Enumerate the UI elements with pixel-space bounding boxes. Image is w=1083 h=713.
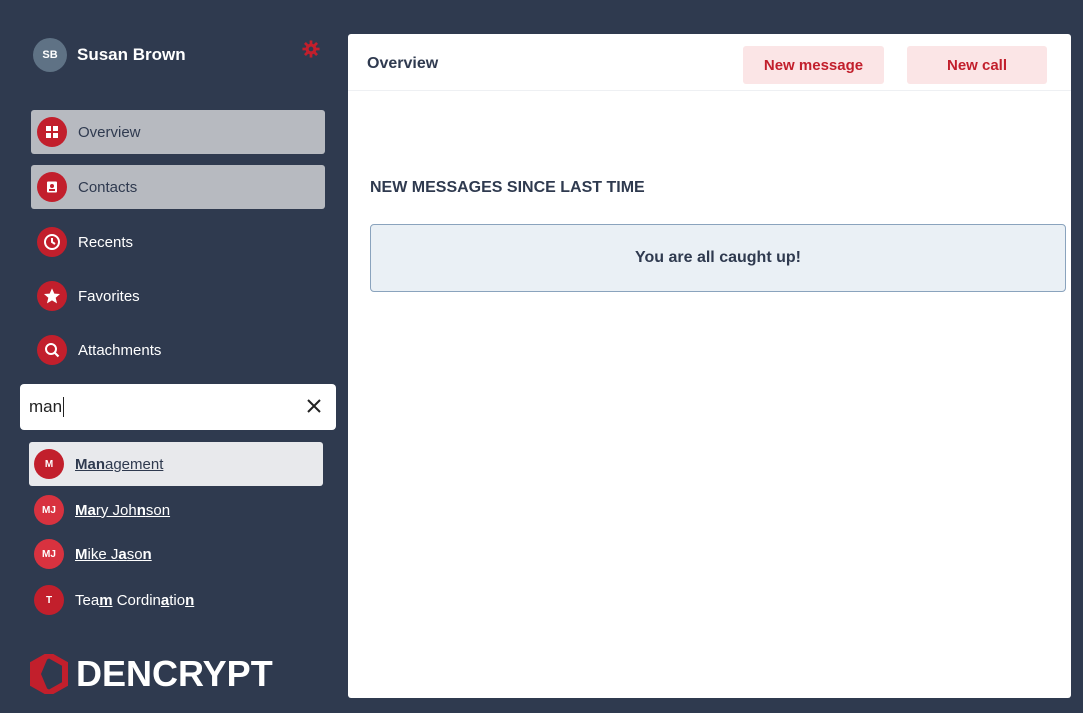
new-message-button[interactable]: New message <box>743 46 884 84</box>
nav-item-label: Favorites <box>78 287 140 305</box>
section-title: NEW MESSAGES SINCE LAST TIME <box>370 179 645 196</box>
page-title: Overview <box>367 55 439 72</box>
close-icon[interactable] <box>306 398 322 414</box>
search-input[interactable]: man <box>20 384 336 430</box>
logo-text: DENCRYPT <box>76 653 273 694</box>
text-caret <box>63 397 65 417</box>
result-name: Team Cordination <box>75 591 195 609</box>
new-call-button[interactable]: New call <box>907 46 1047 84</box>
user-name: Susan Brown <box>77 45 186 64</box>
nav-item-label: Attachments <box>78 341 162 359</box>
search-result-team-cordination[interactable]: T Team Cordination <box>29 578 323 622</box>
caught-up-notice: You are all caught up! <box>370 224 1066 292</box>
main-header: Overview New message New call <box>348 34 1071 91</box>
avatar: MJ <box>34 495 64 525</box>
nav-item-label: Recents <box>78 233 134 251</box>
nav-item-favorites[interactable]: Favorites <box>31 274 325 318</box>
clock-icon <box>37 227 67 257</box>
sidebar: SB Susan Brown Overview Contacts Recents… <box>0 0 345 713</box>
nav-item-overview[interactable]: Overview <box>31 110 325 154</box>
contact-card-icon <box>37 172 67 202</box>
nav-item-label: Contacts <box>78 178 138 196</box>
nav-item-recents[interactable]: Recents <box>31 220 325 264</box>
star-icon <box>37 281 67 311</box>
search-result-mike-jason[interactable]: MJ Mike Jason <box>29 532 323 576</box>
grid-icon <box>37 117 67 147</box>
result-name: Mike Jason <box>75 545 152 563</box>
search-icon <box>37 335 67 365</box>
dencrypt-logo: DENCRYPT <box>30 653 273 695</box>
search-result-mary-johnson[interactable]: MJ Mary Johnson <box>29 488 323 532</box>
main-panel: Overview New message New call NEW MESSAG… <box>348 34 1071 698</box>
nav-item-contacts[interactable]: Contacts <box>31 165 325 209</box>
nav-item-label: Overview <box>78 123 141 141</box>
search-value: man <box>29 397 63 416</box>
avatar: M <box>34 449 64 479</box>
logo-mark-icon <box>30 654 68 694</box>
result-name: Management <box>75 455 164 473</box>
result-name: Mary Johnson <box>75 501 171 519</box>
gear-icon[interactable] <box>302 40 320 58</box>
avatar: MJ <box>34 539 64 569</box>
user-profile[interactable]: SB Susan Brown <box>33 38 186 72</box>
nav-item-attachments[interactable]: Attachments <box>31 328 325 372</box>
user-avatar: SB <box>33 38 67 72</box>
avatar: T <box>34 585 64 615</box>
search-result-management[interactable]: M Management <box>29 442 323 486</box>
